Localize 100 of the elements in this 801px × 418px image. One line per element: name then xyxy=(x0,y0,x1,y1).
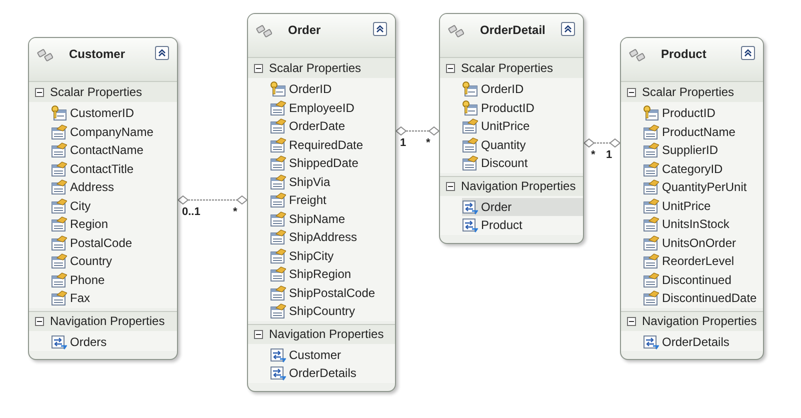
property-name: RequiredDate xyxy=(289,136,364,154)
property-name: ShipCity xyxy=(289,248,334,265)
property-name: ShipPostalCode xyxy=(289,284,376,302)
property-row[interactable]: ContactName xyxy=(51,141,177,160)
property-row[interactable]: ShipAddress xyxy=(270,228,395,246)
property-row[interactable]: ShipCountry xyxy=(270,302,395,320)
property-row[interactable]: OrderID xyxy=(462,80,583,98)
property-row[interactable]: UnitsOnOrder xyxy=(643,234,763,252)
property-row[interactable]: CategoryID xyxy=(643,160,763,178)
property-row[interactable]: Quantity xyxy=(462,136,583,154)
property-row[interactable]: Customer xyxy=(270,346,395,364)
collapse-button[interactable] xyxy=(741,46,755,60)
property-row[interactable]: OrderID xyxy=(270,80,395,98)
property-name: Freight xyxy=(289,192,326,210)
collapse-toggle[interactable] xyxy=(446,182,455,190)
property-row[interactable]: Order xyxy=(462,198,583,216)
property-row[interactable]: CompanyName xyxy=(51,122,177,141)
section-header: Navigation Properties xyxy=(50,313,165,330)
collapse-button[interactable] xyxy=(561,22,575,36)
property-name: UnitPrice xyxy=(662,198,711,215)
property-row[interactable]: Freight xyxy=(270,191,395,210)
property-row[interactable]: Discount xyxy=(462,154,583,172)
property-name: UnitsInStock xyxy=(662,216,730,234)
property-name: CompanyName xyxy=(70,124,154,141)
property-row[interactable]: UnitsInStock xyxy=(643,215,763,234)
property-row[interactable]: ShippedDate xyxy=(270,154,395,172)
property-row[interactable]: Product xyxy=(462,216,583,234)
collapse-toggle[interactable] xyxy=(446,64,455,72)
property-icon xyxy=(462,118,478,134)
property-name: Address xyxy=(70,179,114,196)
property-row[interactable]: ProductID xyxy=(643,104,763,122)
collapse-button[interactable] xyxy=(373,22,387,36)
property-row[interactable]: UnitPrice xyxy=(643,196,763,215)
section-header: Scalar Properties xyxy=(642,84,734,101)
collapse-toggle[interactable] xyxy=(254,330,263,338)
property-icon xyxy=(270,210,286,227)
property-icon xyxy=(643,142,659,158)
property-icon xyxy=(643,179,659,196)
multiplicity-label: * xyxy=(233,206,238,218)
collapse-button[interactable] xyxy=(155,46,169,60)
property-row[interactable]: ShipRegion xyxy=(270,265,395,284)
property-row[interactable]: OrderDate xyxy=(270,117,395,136)
property-icon xyxy=(270,155,286,172)
key-property-icon xyxy=(462,100,478,116)
collapse-toggle[interactable] xyxy=(627,88,636,96)
property-row[interactable]: Region xyxy=(51,215,177,234)
property-row[interactable]: ShipCity xyxy=(270,246,395,265)
property-name: ShipCountry xyxy=(289,303,356,320)
property-row[interactable]: RequiredDate xyxy=(270,136,395,154)
collapse-toggle[interactable] xyxy=(254,64,263,72)
property-row[interactable]: DiscontinuedDate xyxy=(643,289,763,308)
property-name: City xyxy=(70,198,91,215)
property-row[interactable]: ShipVia xyxy=(270,172,395,191)
property-row[interactable]: Address xyxy=(51,178,177,196)
property-row[interactable]: UnitPrice xyxy=(462,117,583,136)
collapse-toggle[interactable] xyxy=(627,316,636,326)
property-row[interactable]: ShipPostalCode xyxy=(270,284,395,302)
property-row[interactable]: Discontinued xyxy=(643,270,763,289)
property-row[interactable]: Fax xyxy=(51,289,177,308)
key-property-icon xyxy=(51,105,67,122)
property-row[interactable]: SupplierID xyxy=(643,141,763,160)
section-header: Navigation Properties xyxy=(269,326,384,343)
section-header: Scalar Properties xyxy=(50,84,142,101)
property-row[interactable]: Country xyxy=(51,252,177,270)
property-row[interactable]: QuantityPerUnit xyxy=(643,178,763,196)
key-property-icon xyxy=(270,81,286,98)
association-line[interactable] xyxy=(583,138,621,148)
property-row[interactable]: ContactTitle xyxy=(51,160,177,178)
property-row[interactable]: ShipName xyxy=(270,210,395,228)
property-icon xyxy=(643,290,659,306)
multiplicity-label: 1 xyxy=(606,149,612,161)
navigation-property-icon xyxy=(643,334,659,350)
collapse-toggle[interactable] xyxy=(35,316,44,326)
association-line[interactable] xyxy=(395,126,440,136)
property-row[interactable]: CustomerID xyxy=(51,104,177,122)
chevrons-up-icon xyxy=(563,24,573,34)
multiplicity-label: 0..1 xyxy=(182,206,200,218)
property-name: Discontinued xyxy=(662,272,732,289)
property-name: UnitPrice xyxy=(481,118,530,136)
property-name: Customer xyxy=(289,346,342,364)
property-row[interactable]: Phone xyxy=(51,270,177,289)
property-name: CustomerID xyxy=(70,105,134,122)
property-name: EmployeeID xyxy=(289,100,354,117)
property-name: ProductID xyxy=(481,100,534,117)
property-row[interactable]: ProductName xyxy=(643,122,763,141)
property-icon xyxy=(270,136,286,153)
property-name: Country xyxy=(70,253,112,270)
property-row[interactable]: ProductID xyxy=(462,98,583,117)
multiplicity-label: * xyxy=(591,149,596,161)
association-line[interactable] xyxy=(177,195,248,205)
property-row[interactable]: OrderDetails xyxy=(270,364,395,382)
property-icon xyxy=(643,272,659,288)
property-row[interactable]: City xyxy=(51,196,177,215)
property-name: Region xyxy=(70,216,108,234)
property-name: ContactTitle xyxy=(70,160,134,178)
collapse-toggle[interactable] xyxy=(35,88,44,96)
multiplicity-label: * xyxy=(426,137,430,149)
property-row[interactable]: ReorderLevel xyxy=(643,252,763,270)
property-row[interactable]: EmployeeID xyxy=(270,98,395,117)
property-row[interactable]: PostalCode xyxy=(51,234,177,252)
